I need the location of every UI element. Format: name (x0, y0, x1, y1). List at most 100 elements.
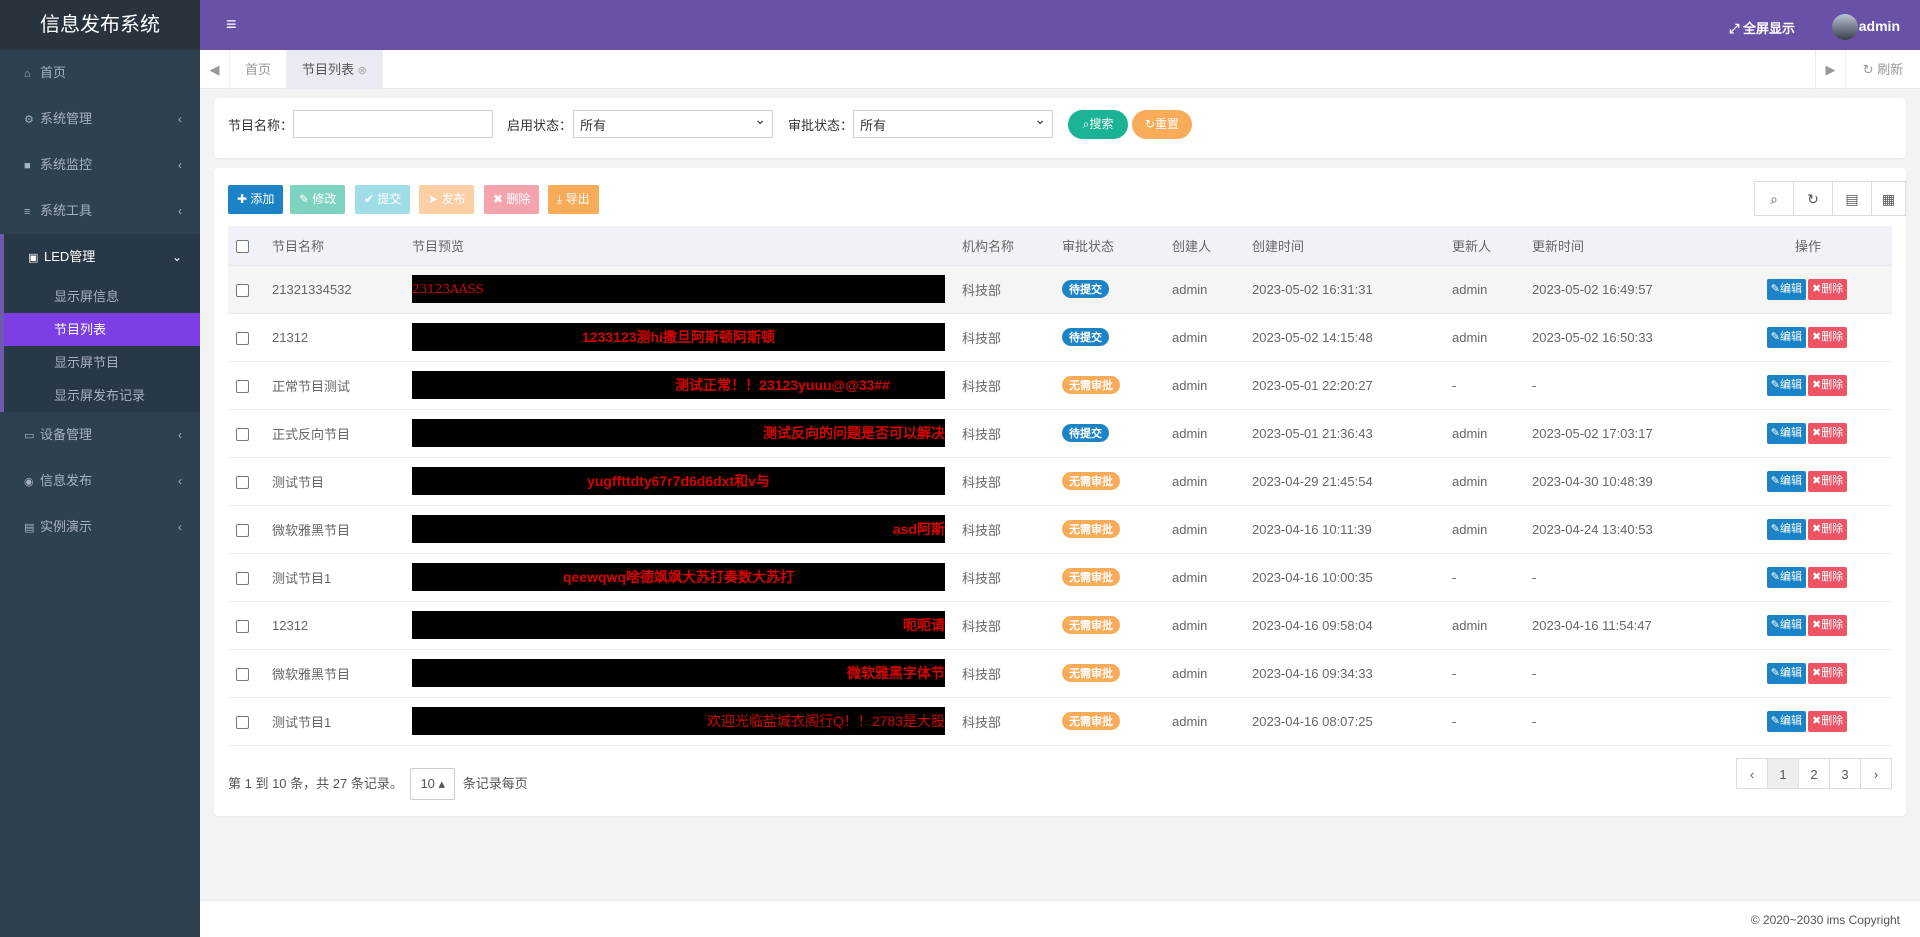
row-checkbox[interactable] (236, 331, 249, 345)
program-preview: 欢迎光临盐城衣阁行Q！！2783是大股 (412, 707, 945, 735)
edit-button[interactable]: ✎ 修改 (290, 185, 346, 214)
avatar[interactable] (1832, 14, 1858, 40)
sidebar-item-tools[interactable]: ≡ 系统工具 ‹ (0, 188, 200, 234)
approve-status-label: 审批状态： (788, 118, 854, 133)
pagination-next[interactable]: › (1860, 758, 1892, 789)
submit-button[interactable]: ✔ 提交 (355, 185, 411, 214)
row-edit-button[interactable]: ✎编辑 (1766, 518, 1806, 540)
fullscreen-button[interactable]: ⤢ 全屏显示 (1729, 18, 1795, 37)
sidebar-item-demo[interactable]: ▤ 实例演示 ‹ (0, 504, 200, 550)
add-button[interactable]: ✚ 添加 (228, 185, 284, 214)
search-button[interactable]: ⌕搜索 (1068, 110, 1128, 139)
table-row[interactable]: 21321334532 23123AASS 科技部 待提交 admin 2023-05-0… (228, 265, 1892, 314)
row-edit-button[interactable]: ✎编辑 (1766, 566, 1806, 588)
select-all-checkbox[interactable] (236, 239, 249, 253)
row-edit-button[interactable]: ✎编辑 (1766, 470, 1806, 492)
row-edit-button[interactable]: ✎编辑 (1766, 278, 1806, 300)
row-delete-button[interactable]: ✖删除 (1808, 470, 1848, 492)
pagination-page-3[interactable]: 3 (1829, 758, 1861, 789)
status-cell: 无需审批 (1054, 505, 1164, 554)
row-edit-button[interactable]: ✎编辑 (1766, 710, 1806, 732)
tabs-scroll-left-icon[interactable]: ◀ (200, 50, 230, 89)
enable-status-select[interactable]: 所有 (573, 110, 773, 138)
sidebar-item-device[interactable]: ▭ 设备管理 ‹ (0, 412, 200, 458)
row-edit-button[interactable]: ✎编辑 (1766, 374, 1806, 396)
pagination-page-2[interactable]: 2 (1798, 758, 1830, 789)
row-checkbox[interactable] (236, 571, 249, 585)
table-row[interactable]: 正式反向节目 测试反向的问题是否可以解决 科技部 待提交 admin 2023-05-01… (228, 409, 1892, 458)
sidebar-item-system[interactable]: ⚙ 系统管理 ‹ (0, 96, 200, 142)
creator: admin (1164, 409, 1244, 458)
refresh-icon[interactable]: ↻ (1793, 181, 1833, 216)
sidebar-item-home[interactable]: ⌂ 首页 (0, 50, 200, 96)
submenu-item-program-list[interactable]: 节目列表 (4, 313, 200, 346)
table-row[interactable]: 测试节目1 qeewqwq啥德飒飒大苏打奏数大苏打 科技部 无需审批 admin 2023… (228, 553, 1892, 602)
top-header: ≡ ⤢ 全屏显示 admin (200, 0, 1920, 50)
columns-icon[interactable]: ▤ (1832, 181, 1872, 216)
row-checkbox[interactable] (236, 523, 249, 537)
program-preview: 呃呃请 (412, 611, 945, 639)
row-edit-button[interactable]: ✎编辑 (1766, 422, 1806, 444)
row-edit-button[interactable]: ✎编辑 (1766, 614, 1806, 636)
sidebar-item-monitor[interactable]: ■ 系统监控 ‹ (0, 142, 200, 188)
program-preview: 微软雅黑字体节 (412, 659, 945, 687)
row-checkbox[interactable] (236, 619, 249, 633)
row-delete-button[interactable]: ✖删除 (1808, 662, 1848, 684)
program-preview: 1233123测hi撒旦阿斯顿阿斯顿 (412, 323, 945, 351)
col-header-name: 节目名称 (264, 226, 404, 266)
row-delete-button[interactable]: ✖删除 (1808, 710, 1848, 732)
row-checkbox[interactable] (236, 427, 249, 441)
user-name[interactable]: admin (1859, 18, 1900, 34)
table-row[interactable]: 微软雅黑节目 asd阿斯 科技部 无需审批 admin 2023-04-16 10:11:… (228, 505, 1892, 554)
sidebar-item-led[interactable]: ▣ LED管理 ⌄ (0, 234, 200, 280)
row-delete-button[interactable]: ✖删除 (1808, 278, 1848, 300)
publish-button[interactable]: ➤ 发布 (419, 185, 475, 214)
row-delete-button[interactable]: ✖删除 (1808, 374, 1848, 396)
page-size-select[interactable]: 10 ▴ (410, 768, 456, 800)
table-row[interactable]: 12312 呃呃请 科技部 无需审批 admin 2023-04-16 09:58:04 a… (228, 601, 1892, 650)
row-delete-label: 删除 (1821, 570, 1844, 583)
delete-button[interactable]: ✖ 删除 (484, 185, 540, 214)
row-checkbox-cell (228, 649, 264, 698)
row-delete-button[interactable]: ✖删除 (1808, 566, 1848, 588)
table-row[interactable]: 21312 1233123测hi撒旦阿斯顿阿斯顿 科技部 待提交 admin 2023-0… (228, 313, 1892, 362)
row-delete-button[interactable]: ✖删除 (1808, 518, 1848, 540)
hamburger-icon[interactable]: ≡ (226, 14, 237, 35)
approve-status-select[interactable]: 所有 (853, 110, 1053, 138)
tab-home[interactable]: 首页 (230, 50, 288, 89)
reset-button[interactable]: ↻重置 (1132, 110, 1192, 139)
row-checkbox[interactable] (236, 283, 249, 297)
pagination-page-1[interactable]: 1 (1767, 758, 1799, 789)
table-row[interactable]: 测试节目1 欢迎光临盐城衣阁行Q！！2783是大股 科技部 无需审批 admin 2023… (228, 697, 1892, 746)
table-row[interactable]: 微软雅黑节目 微软雅黑字体节 科技部 无需审批 admin 2023-04-16 09:3… (228, 649, 1892, 698)
table-row[interactable]: 测试节目 yugffttdty67r7d6d6dxt和v与 科技部 无需审批 admin… (228, 457, 1892, 506)
search-icon[interactable]: ⌕ (1754, 181, 1794, 216)
updated-time: 2023-04-16 11:54:47 (1524, 601, 1724, 650)
updater: admin (1444, 313, 1524, 362)
sidebar-item-publish[interactable]: ◉ 信息发布 ‹ (0, 458, 200, 504)
row-delete-button[interactable]: ✖删除 (1808, 326, 1848, 348)
row-delete-button[interactable]: ✖删除 (1808, 422, 1848, 444)
created-time: 2023-04-16 09:58:04 (1244, 601, 1444, 650)
program-name-input[interactable] (293, 110, 493, 138)
submenu-item-screen-info[interactable]: 显示屏信息 (4, 280, 200, 313)
row-delete-button[interactable]: ✖删除 (1808, 614, 1848, 636)
row-checkbox[interactable] (236, 667, 249, 681)
row-checkbox[interactable] (236, 379, 249, 393)
video-icon: ■ (24, 160, 31, 172)
pagination-prev[interactable]: ‹ (1736, 758, 1768, 789)
submenu-item-publish-record[interactable]: 显示屏发布记录 (4, 379, 200, 412)
row-edit-button[interactable]: ✎编辑 (1766, 662, 1806, 684)
close-icon[interactable]: ⊗ (358, 65, 367, 77)
row-checkbox[interactable] (236, 715, 249, 729)
row-checkbox[interactable] (236, 475, 249, 489)
table-row[interactable]: 正常节目测试 测试正常！！23123yuuu@@33## 科技部 无需审批 admin 2… (228, 361, 1892, 410)
refresh-tab-button[interactable]: ↻ 刷新 (1845, 50, 1920, 89)
grid-dropdown-icon[interactable]: ▦ (1871, 181, 1906, 216)
submenu-item-screen-program[interactable]: 显示屏节目 (4, 346, 200, 379)
row-edit-button[interactable]: ✎编辑 (1766, 326, 1806, 348)
export-button[interactable]: ⤓ 导出 (548, 185, 599, 214)
tabs-scroll-right-icon[interactable]: ▶ (1815, 50, 1845, 89)
org-name: 科技部 (954, 409, 1054, 458)
tab-program-list[interactable]: 节目列表 ⊗ (287, 50, 383, 89)
